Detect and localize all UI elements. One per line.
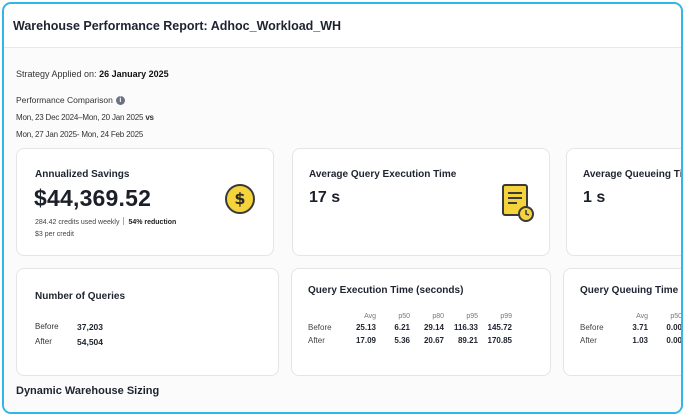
price-per-credit: $3 per credit <box>35 231 74 238</box>
strategy-date: 26 January 2025 <box>99 69 169 79</box>
column-header: p80 <box>432 313 444 320</box>
date-range-before: Mon, 23 Dec 2024–Mon, 20 Jan 2025 vs <box>16 113 154 122</box>
avg-execution-time-card: Average Query Execution Time 17 s <box>292 148 550 256</box>
card-title: Annualized Savings <box>35 169 130 180</box>
queuing-time-table: Avg p50 Before 3.71 0.00 After 1.03 0.00 <box>580 312 682 347</box>
reduction-percent: 54% reduction <box>128 219 177 226</box>
date-range-after: Mon, 27 Jan 2025- Mon, 24 Feb 2025 <box>16 130 144 139</box>
card-title: Average Query Execution Time <box>309 169 457 180</box>
execution-time-table: Avg p50 p80 p95 p99 Before 25.13 6.21 29… <box>308 312 512 347</box>
column-header: p95 <box>466 313 478 320</box>
queries-after-row: After 54,504 <box>35 336 103 347</box>
avg-queueing-time-card: Average Queueing Ti 1 s <box>566 148 683 256</box>
report-title: Warehouse Performance Report: Adhoc_Work… <box>4 4 681 48</box>
savings-detail: 284.42 credits used weekly 54% reduction <box>35 217 176 226</box>
annualized-savings-card: Annualized Savings $44,369.52 284.42 cre… <box>16 148 274 256</box>
report-window: Warehouse Performance Report: Adhoc_Work… <box>2 2 683 414</box>
card-title: Query Execution Time (seconds) <box>308 285 464 296</box>
savings-value: $44,369.52 <box>34 185 152 211</box>
vs-label: vs <box>145 113 154 122</box>
table-row: Before 25.13 6.21 29.14 116.33 145.72 <box>308 323 512 332</box>
column-header: p99 <box>500 313 512 320</box>
query-execution-time-card: Query Execution Time (seconds) Avg p50 p… <box>291 268 551 376</box>
strategy-label: Strategy Applied on: <box>16 69 97 79</box>
column-header: p50 <box>398 313 410 320</box>
report-content: Strategy Applied on: 26 January 2025 Per… <box>4 48 683 412</box>
info-icon[interactable]: i <box>115 96 125 105</box>
table-row: After 1.03 0.00 <box>580 336 682 345</box>
card-title: Number of Queries <box>35 291 126 302</box>
number-of-queries-card: Number of Queries Before 37,203 After 54… <box>16 268 279 376</box>
card-title: Query Queuing Time ( <box>580 285 683 296</box>
column-header: Avg <box>636 313 648 320</box>
credits-used: 284.42 credits used weekly <box>35 219 120 226</box>
strategy-applied: Strategy Applied on: 26 January 2025 <box>16 69 169 79</box>
report-clock-icon <box>502 184 534 222</box>
card-title: Average Queueing Ti <box>583 169 683 180</box>
query-queuing-time-card: Query Queuing Time ( Avg p50 Before 3.71… <box>563 268 683 376</box>
queries-before-row: Before 37,203 <box>35 321 103 332</box>
section-title: Dynamic Warehouse Sizing <box>16 385 160 397</box>
column-header: p50 <box>670 313 682 320</box>
table-row: After 17.09 5.36 20.67 89.21 170.85 <box>308 336 512 345</box>
dollar-icon: $ <box>225 184 255 214</box>
column-header: Avg <box>364 313 376 320</box>
performance-title: Performance Comparison <box>16 95 113 105</box>
exec-time-value: 17 s <box>309 189 341 206</box>
table-row: Before 3.71 0.00 <box>580 323 682 332</box>
performance-comparison: Performance Comparison i Mon, 23 Dec 202… <box>16 92 154 143</box>
queue-time-value: 1 s <box>583 189 606 206</box>
